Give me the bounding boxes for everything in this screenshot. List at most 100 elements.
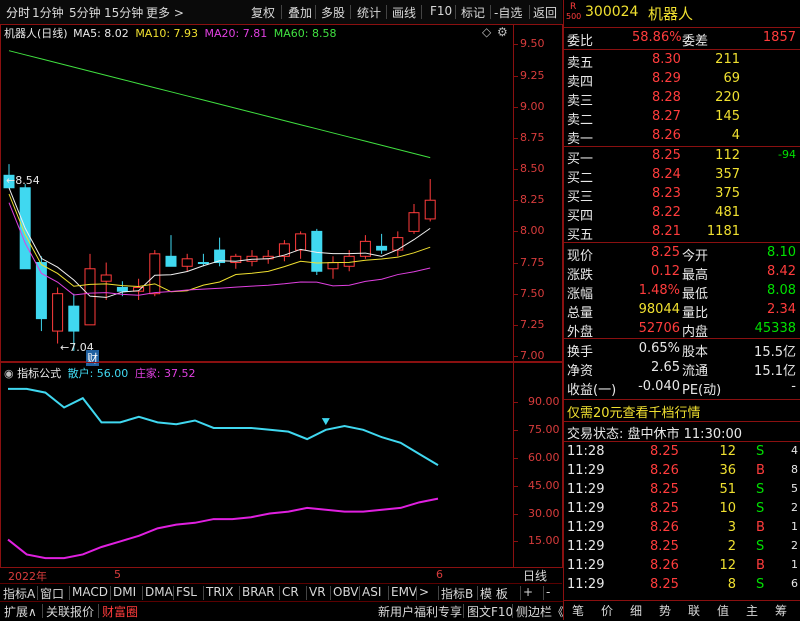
promo-row[interactable]: 仅需20元查看千档行情 [564, 401, 800, 421]
indicator-tab[interactable]: MACD [72, 585, 108, 599]
stat-row[interactable]: 总量 98044 量比 2.34 [564, 301, 800, 321]
candle[interactable] [133, 278, 145, 300]
indicator-tab[interactable]: 模 板 [480, 585, 508, 602]
bid-row[interactable]: 买四 8.22 481 [564, 204, 800, 224]
ask-row[interactable]: 卖二 8.27 145 [564, 108, 800, 128]
trade-row[interactable]: 11:29 8.25 8 S 6 [564, 576, 800, 595]
ask-row[interactable]: 卖五 8.30 211 [564, 51, 800, 71]
indicator-tab[interactable]: - [546, 585, 550, 599]
indicator-tab[interactable]: > [419, 585, 429, 599]
related-quotes-button[interactable]: 关联报价 [46, 603, 94, 620]
expand-button[interactable]: 扩展∧ [4, 603, 37, 620]
tab-more[interactable]: 更多 > [146, 4, 184, 21]
candle[interactable] [295, 231, 307, 259]
bid-row[interactable]: 买一 8.25 112 -94 [564, 147, 800, 167]
candle[interactable] [84, 253, 96, 326]
bid-row[interactable]: 买三 8.23 375 [564, 185, 800, 205]
caifuquan-button[interactable]: 财富圈 [102, 603, 138, 620]
sidebar-toggle[interactable]: 侧边栏《 [516, 603, 564, 620]
duogu-button[interactable]: 多股 [321, 4, 345, 21]
fuquan-button[interactable]: 复权 [251, 4, 275, 21]
indicator-tab[interactable]: ASI [362, 585, 381, 599]
panel-tab[interactable]: 势 [659, 602, 671, 619]
ask-label: 卖四 [567, 75, 594, 90]
trade-row[interactable]: 11:29 8.25 10 S 2 [564, 500, 800, 519]
candle[interactable] [408, 203, 420, 234]
promo-text[interactable]: 仅需20元查看千档行情 [567, 402, 701, 421]
ask-row[interactable]: 卖三 8.28 220 [564, 89, 800, 109]
indicator-tab[interactable]: VR [309, 585, 326, 599]
tab-fenshi[interactable]: 分时 [6, 4, 30, 21]
indicator-tab[interactable]: EMV [391, 585, 417, 599]
trade-row[interactable]: 11:29 8.26 36 B 8 [564, 462, 800, 481]
indicator-tab[interactable]: FSL [176, 585, 197, 599]
trade-row[interactable]: 11:29 8.25 2 S 2 [564, 538, 800, 557]
indicator-tab[interactable]: 窗口 [40, 585, 64, 602]
candle[interactable] [392, 231, 404, 257]
indicator-tab[interactable]: + [523, 585, 533, 599]
ask-row[interactable]: 卖四 8.29 69 [564, 70, 800, 90]
stat-label: 总量 [567, 306, 594, 321]
trade-row[interactable]: 11:29 8.26 12 B 1 [564, 557, 800, 576]
panel-tab[interactable]: 筹 [775, 602, 787, 619]
indicator-tab[interactable]: DMI [113, 585, 136, 599]
panel-tab[interactable]: 价 [601, 602, 613, 619]
candle[interactable] [376, 233, 388, 254]
stat2-row[interactable]: 净资 2.65 流通 15.1亿 [564, 359, 800, 379]
bid-price: 8.23 [652, 186, 681, 201]
ask-row[interactable]: 卖一 8.26 4 [564, 127, 800, 147]
indicator-tab[interactable]: DMA [145, 585, 173, 599]
f10-graph-button[interactable]: 图文F10 [467, 603, 513, 620]
diejia-button[interactable]: 叠加 [288, 4, 312, 21]
trade-row[interactable]: 11:29 8.26 3 B 1 [564, 519, 800, 538]
candle[interactable] [278, 240, 290, 262]
stat-row[interactable]: 涨跌 0.12 最高 8.42 [564, 263, 800, 283]
tab-15min[interactable]: 15分钟 [104, 4, 143, 21]
biaoji-button[interactable]: 标记 [461, 4, 485, 21]
panel-tab[interactable]: 笔 [572, 602, 584, 619]
bid-row[interactable]: 买二 8.24 357 [564, 166, 800, 186]
indicator-tab[interactable]: TRIX [206, 585, 233, 599]
candle[interactable] [327, 256, 339, 279]
panel-tab[interactable]: 细 [630, 602, 642, 619]
indicator-tab[interactable]: 指标A [3, 585, 35, 602]
stat-row[interactable]: 涨幅 1.48% 最低 8.08 [564, 282, 800, 302]
candle[interactable] [100, 262, 112, 300]
trade-price: 8.25 [650, 539, 679, 554]
indicator-tab[interactable]: OBV [333, 585, 359, 599]
trade-row[interactable]: 11:29 8.25 51 S 5 [564, 481, 800, 500]
candle[interactable] [246, 250, 258, 267]
trade-row[interactable]: 11:28 8.25 12 S 4 [564, 443, 800, 462]
stat2-row[interactable]: 收益(一) -0.040 PE(动) - [564, 378, 800, 398]
huaxian-button[interactable]: 画线 [392, 4, 416, 21]
candle[interactable] [359, 235, 371, 259]
panel-tab[interactable]: 主 [746, 602, 758, 619]
zixuan-button[interactable]: -自选 [494, 4, 522, 21]
price-tick: 7.25 [520, 317, 545, 331]
candle[interactable] [165, 235, 177, 267]
candle[interactable] [262, 250, 274, 264]
tongji-button[interactable]: 统计 [357, 4, 381, 21]
back-button[interactable]: 返回 [533, 4, 557, 21]
indicator-tab[interactable]: 指标B [441, 585, 473, 602]
stat-row[interactable]: 现价 8.25 今开 8.10 [564, 244, 800, 264]
indicator-tab[interactable]: BRAR [242, 585, 275, 599]
candle[interactable] [149, 250, 161, 297]
panel-tab[interactable]: 联 [688, 602, 700, 619]
top-toolbar: 分时 1分钟 5分钟 15分钟 更多 > 复权 叠加 多股 统计 画线 F10 … [0, 0, 562, 25]
candle[interactable] [181, 253, 193, 272]
candle[interactable] [52, 287, 64, 344]
bid-row[interactable]: 买五 8.21 1181 [564, 223, 800, 243]
panel-tab[interactable]: 值 [717, 602, 729, 619]
stat-row[interactable]: 外盘 52706 内盘 45338 [564, 320, 800, 340]
new-user-promo[interactable]: 新用户福利专享 [378, 603, 462, 620]
indicator-tab[interactable]: CR [282, 585, 299, 599]
stat2-row[interactable]: 换手 0.65% 股本 15.5亿 [564, 340, 800, 360]
f10-button[interactable]: F10 [430, 4, 452, 18]
tab-1min[interactable]: 1分钟 [32, 4, 64, 21]
period-label[interactable]: 日线 [523, 567, 547, 584]
kline-chart[interactable] [0, 24, 513, 362]
candle[interactable] [424, 179, 436, 222]
tab-5min[interactable]: 5分钟 [69, 4, 101, 21]
indicator-chart[interactable] [0, 362, 513, 568]
